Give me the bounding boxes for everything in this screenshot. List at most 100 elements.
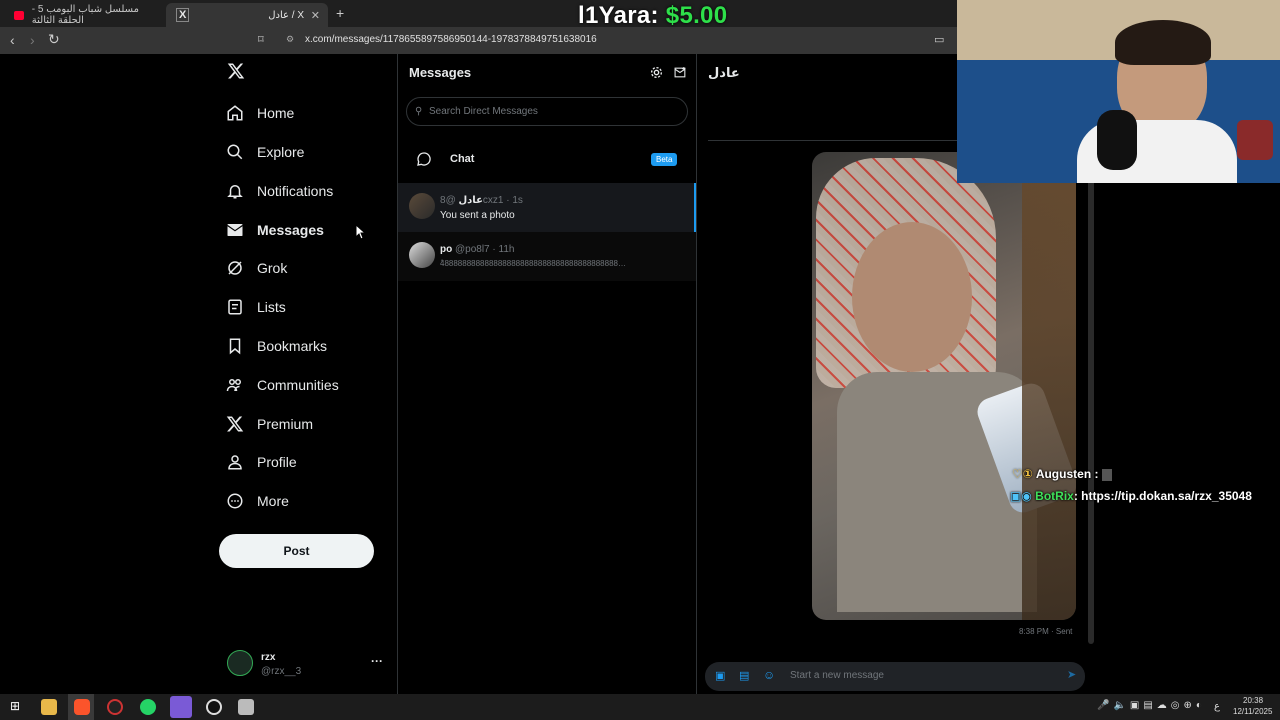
sidebar-item-label: Home — [257, 105, 295, 121]
conversation-header: po @po8l7 · 11h — [440, 244, 514, 255]
clock-date[interactable]: 12/11/2025 — [1233, 707, 1272, 716]
webcam-feed — [957, 0, 1280, 183]
chat-title: عادل — [708, 65, 740, 80]
chat-user: Augusten : — [1035, 467, 1099, 481]
reload-icon[interactable]: ↻ — [48, 31, 60, 48]
beta-badge: Beta — [651, 153, 678, 166]
discord-icon[interactable] — [170, 696, 192, 718]
badge-icon: ♡① — [1012, 467, 1033, 481]
sidebar-item-communities[interactable]: Communities — [226, 369, 339, 401]
forward-icon[interactable]: › — [30, 32, 35, 48]
brave-icon[interactable] — [74, 699, 90, 715]
donation-amount: $5.00 — [665, 2, 728, 29]
x-favicon-icon: X — [176, 8, 190, 22]
photo-message[interactable] — [812, 152, 1076, 620]
more-icon — [227, 493, 243, 509]
tab-title: مسلسل شباب البومب 5 - الحلقة الثالثة — [31, 4, 139, 26]
search-input[interactable]: ⚲ Search Direct Messages — [406, 97, 688, 126]
conversation-preview: ٔ488888888888888888888888888888888888888… — [440, 259, 626, 268]
search-icon — [227, 144, 243, 160]
list-item[interactable]: عادل @8cxz1 · 1s You sent a photo — [398, 183, 696, 232]
sidebar-item-label: Messages — [257, 222, 324, 238]
bookmark-icon — [229, 338, 241, 355]
sidebar-item-grok[interactable]: Grok — [226, 252, 287, 284]
list-item[interactable]: po @po8l7 · 11h ٔ48888888888888888888888… — [398, 232, 696, 281]
tab-youtube[interactable]: مسلسل شباب البومب 5 - الحلقة الثالثة — [4, 3, 164, 27]
mouse-cursor-icon — [355, 224, 365, 240]
gear-icon[interactable] — [650, 66, 663, 79]
whatsapp-icon[interactable] — [140, 699, 156, 715]
sidebar-item-label: Grok — [257, 260, 288, 276]
sidebar-item-explore[interactable]: Explore — [226, 136, 304, 168]
sidebar-item-label: More — [257, 493, 289, 509]
x-logo-icon[interactable] — [227, 62, 245, 85]
person-icon — [228, 455, 242, 470]
send-icon[interactable]: ➤ — [1067, 668, 1076, 681]
emoji-icon[interactable]: ☺ — [763, 668, 775, 682]
hair-shape — [1115, 20, 1211, 65]
conversation-name: عادل — [458, 195, 483, 206]
sidebar-item-label: Lists — [257, 299, 286, 315]
media-icon[interactable]: ▣ — [715, 669, 725, 682]
chat-row[interactable]: Chat Beta — [398, 142, 696, 176]
message-timestamp: 8:38 PM · Sent — [1019, 627, 1073, 636]
sidebar-item-home[interactable]: Home — [226, 97, 294, 129]
microphone-shape — [1097, 110, 1137, 170]
sidebar-item-premium[interactable]: Premium — [226, 408, 313, 440]
back-icon[interactable]: ‹ — [10, 32, 15, 48]
overlay-chat-line: ♡① Augusten : — [1012, 467, 1112, 481]
message-composer[interactable]: ▣ ▤ ☺ Start a new message ➤ — [705, 662, 1085, 691]
sidebar-item-more[interactable]: More — [226, 485, 289, 517]
gif-icon[interactable]: ▤ — [739, 669, 749, 682]
face-shape — [852, 222, 972, 372]
sidebar-item-lists[interactable]: Lists — [226, 291, 286, 323]
sidebar-item-label: Communities — [257, 377, 339, 393]
chat-user: BotRix — [1035, 489, 1074, 503]
steam-icon[interactable] — [206, 699, 222, 715]
door-shape — [1022, 152, 1076, 620]
sidebar-item-messages[interactable]: Messages — [226, 214, 324, 246]
input-language[interactable]: ع — [1214, 701, 1220, 712]
file-explorer-icon[interactable] — [41, 699, 57, 715]
sidebar-item-bookmarks[interactable]: Bookmarks — [226, 330, 327, 362]
obs-icon[interactable] — [107, 699, 123, 715]
sidebar-item-notifications[interactable]: Notifications — [226, 175, 333, 207]
youtube-icon — [14, 10, 24, 20]
message-input[interactable]: Start a new message — [790, 670, 884, 681]
sidebar-item-label: Bookmarks — [257, 338, 328, 354]
site-info-icon[interactable]: ⚙ — [286, 34, 294, 45]
account-menu-icon[interactable]: ··· — [371, 654, 383, 668]
emote-icon — [1101, 468, 1112, 481]
account-handle: @rzx__3 — [261, 666, 302, 677]
pillow-shape — [1237, 120, 1273, 160]
x-logo-icon — [226, 416, 244, 432]
overlay-chat-line: ▣◉ BotRix: https://tip.dokan.sa/rzx_3504… — [1010, 489, 1252, 503]
sidebar-item-label: Profile — [257, 454, 297, 470]
tab-x[interactable]: X عادل / X ✕ — [166, 3, 328, 27]
sidebar-item-label: Notifications — [257, 183, 334, 199]
chat-label: Chat — [450, 153, 475, 165]
messages-panel: Messages ⚲ Search Direct Messages Chat B… — [397, 54, 697, 694]
new-message-icon[interactable] — [674, 66, 687, 79]
post-button[interactable]: Post — [219, 534, 374, 568]
avatar[interactable] — [227, 650, 253, 676]
cast-icon[interactable]: ▭ — [934, 33, 944, 46]
app-icon[interactable] — [238, 699, 254, 715]
chat-message: : https://tip.dokan.sa/rzx_35048 — [1073, 489, 1252, 503]
conversation-header: عادل @8cxz1 · 1s — [440, 195, 523, 206]
donor-name: l1Yara: — [578, 2, 659, 29]
system-tray-icons[interactable]: 🎤🔈▣▤☁◎⊕◐ — [1097, 700, 1206, 711]
sidebar-item-profile[interactable]: Profile — [226, 446, 297, 478]
scrollbar[interactable] — [1088, 174, 1094, 644]
windows-start-icon[interactable]: ⊞ — [10, 699, 20, 713]
new-tab-icon[interactable]: + — [336, 5, 344, 21]
chat-bubble-icon — [417, 152, 431, 166]
bookmark-page-icon[interactable]: ⌑ — [258, 33, 264, 46]
clock-time[interactable]: 20:38 — [1243, 696, 1263, 705]
close-tab-icon[interactable]: ✕ — [311, 9, 320, 22]
conversation-preview: You sent a photo — [440, 210, 515, 221]
url-field[interactable]: x.com/messages/1178655897586950144-19783… — [305, 34, 597, 45]
envelope-icon — [227, 224, 243, 236]
search-icon: ⚲ — [415, 106, 423, 117]
avatar — [409, 242, 435, 268]
